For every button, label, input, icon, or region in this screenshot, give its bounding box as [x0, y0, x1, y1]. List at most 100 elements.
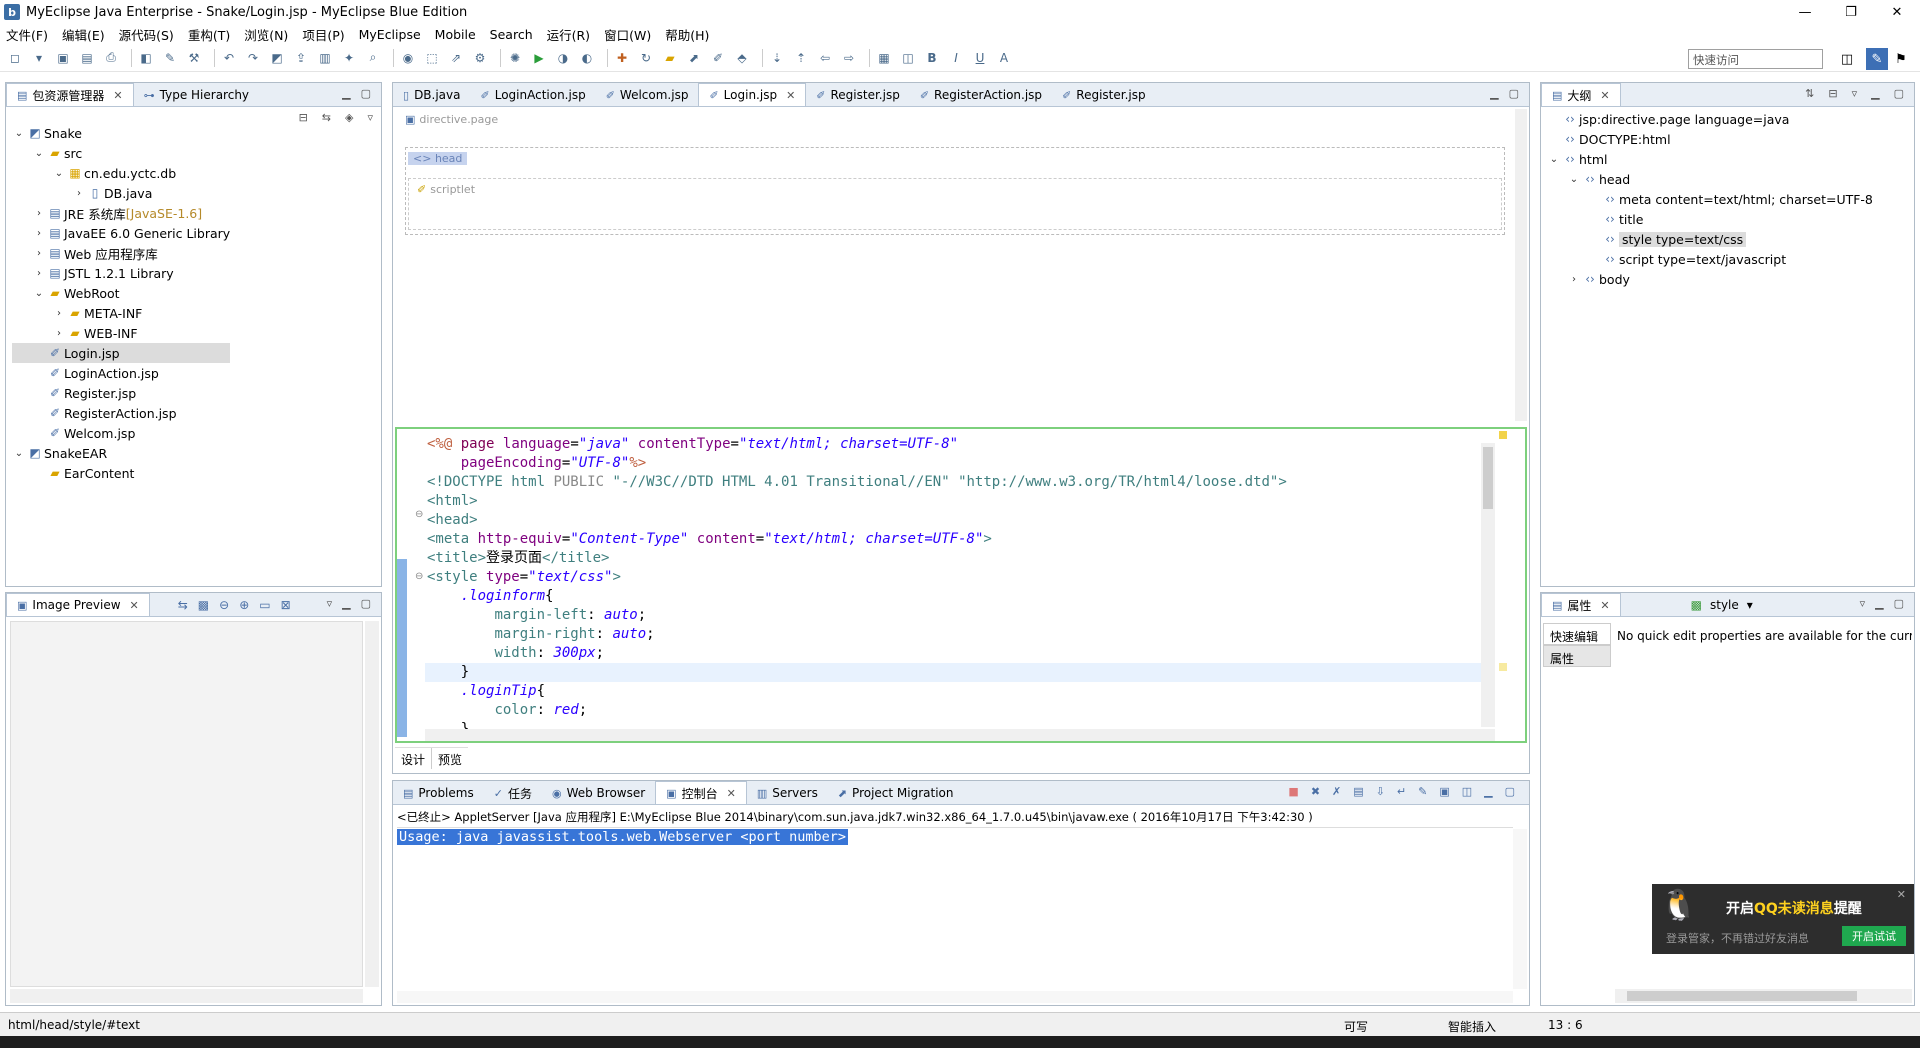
outline-item[interactable]: ‹› style type=text/css [1547, 229, 1873, 249]
chevron-down-icon[interactable]: ⌄ [1547, 154, 1561, 165]
chevron-right-icon[interactable]: › [52, 308, 66, 319]
outline-item[interactable]: ‹› script type=text/javascript [1547, 249, 1873, 269]
remove-all-icon[interactable]: ✗ [1332, 785, 1341, 798]
console-horizontal-scrollbar[interactable] [397, 991, 1513, 1003]
tree-item[interactable]: ✐ RegisterAction.jsp [12, 403, 230, 423]
word-wrap-icon[interactable]: ↵ [1397, 785, 1406, 798]
qq-notification[interactable]: 🐧 开启QQ未读消息提醒 ✕ 登录管家，不再错过好友消息 开启试试 [1652, 884, 1914, 954]
chevron-down-icon[interactable]: ⌄ [12, 128, 26, 139]
outline-item[interactable]: ‹› DOCTYPE:html [1547, 129, 1873, 149]
tree-item[interactable]: › ▰ META-INF [12, 303, 230, 323]
open-type-icon[interactable]: ◧ [137, 49, 155, 67]
tab-package-explorer[interactable]: ▤ 包资源管理器 ✕ [6, 83, 134, 106]
view-menu-icon[interactable]: ▿ [367, 111, 373, 124]
overview-marker[interactable] [1499, 663, 1507, 671]
tree-item[interactable]: ⌄ ▰ src [12, 143, 230, 163]
console-tab[interactable]: ✓ 任务 [484, 782, 542, 804]
overview-marker[interactable] [1499, 431, 1507, 439]
myeclipse-perspective-icon[interactable]: ✎ [1866, 48, 1888, 70]
close-icon[interactable]: ✕ [786, 89, 795, 102]
menu-myeclipse[interactable]: MyEclipse [359, 27, 421, 42]
external-tools-icon[interactable]: ◐ [578, 49, 596, 67]
head-tag[interactable]: <> head [408, 152, 468, 165]
editor-tab[interactable]: ✐ Register.jsp [806, 84, 910, 106]
tree-item[interactable]: ▰ EarContent [12, 463, 230, 483]
display-console-icon[interactable]: ▣ [1439, 785, 1449, 798]
console-tab[interactable]: ◉ Web Browser [542, 782, 655, 804]
editor-tab[interactable]: ✐ RegisterAction.jsp [910, 84, 1052, 106]
chevron-down-icon[interactable]: ⌄ [32, 148, 46, 159]
maximize-icon[interactable]: ▢ [1894, 87, 1904, 100]
scroll-lock-icon[interactable]: ⇩ [1376, 785, 1385, 798]
close-icon[interactable]: ✕ [130, 599, 139, 612]
deploy-icon[interactable]: ⇪ [292, 49, 310, 67]
export-icon[interactable]: ⇗ [447, 49, 465, 67]
source-horizontal-scrollbar[interactable] [425, 729, 1495, 741]
maximize-icon[interactable]: ▢ [361, 87, 371, 100]
new-dropdown-icon[interactable]: ▾ [30, 49, 48, 67]
mark-occurrences-icon[interactable]: ✎ [161, 49, 179, 67]
tree-item[interactable]: › ▤ Web 应用程序库 [12, 243, 230, 263]
new-class-icon[interactable]: ✚ [613, 49, 631, 67]
source-vertical-scrollbar[interactable] [1481, 443, 1495, 727]
maximize-icon[interactable]: ▢ [1509, 87, 1519, 100]
editor-tab[interactable]: ▯ DB.java [393, 84, 471, 106]
tree-item[interactable]: › ▰ WEB-INF [12, 323, 230, 343]
close-icon[interactable]: ✕ [1600, 89, 1609, 102]
settings-icon[interactable]: ⚙ [471, 49, 489, 67]
outline-item[interactable]: ⌄ ‹› head [1547, 169, 1873, 189]
view-menu-icon[interactable]: ▿ [327, 597, 333, 610]
chevron-down-icon[interactable]: ⌄ [12, 448, 26, 459]
remove-launch-icon[interactable]: ✖ [1311, 785, 1320, 798]
outline-item[interactable]: ‹› meta content=text/html; charset=UTF-8 [1547, 189, 1873, 209]
chevron-down-icon[interactable]: ⌄ [32, 288, 46, 299]
design-scrollbar[interactable] [1515, 109, 1527, 421]
tree-item[interactable]: ✐ Welcom.jsp [12, 423, 230, 443]
chevron-right-icon[interactable]: › [1567, 274, 1581, 285]
properties-horizontal-scrollbar[interactable] [1615, 989, 1912, 1003]
outline-item[interactable]: ⌄ ‹› html [1547, 149, 1873, 169]
horizontal-scrollbar[interactable] [10, 989, 363, 1003]
minimize-icon[interactable]: ▁ [1490, 87, 1498, 100]
chevron-right-icon[interactable]: › [32, 208, 46, 219]
console-output[interactable]: Usage: java javassist.tools.web.Webserve… [397, 829, 849, 845]
search-icon[interactable]: ⌕ [364, 49, 382, 67]
web-icon[interactable]: ◉ [399, 49, 417, 67]
collapse-all-icon[interactable]: ⊟ [299, 111, 308, 124]
terminate-icon[interactable]: ■ [1288, 785, 1298, 798]
view-menu-icon[interactable]: ▿ [1860, 597, 1866, 610]
close-button[interactable]: ✕ [1874, 0, 1920, 24]
style-selector[interactable]: style [1710, 598, 1739, 612]
server-icon[interactable]: ▥ [316, 49, 334, 67]
clear-console-icon[interactable]: ▤ [1353, 785, 1363, 798]
quick-access-input[interactable]: 快速访问 [1688, 49, 1823, 69]
zoom-out-icon[interactable]: ⊖ [219, 598, 229, 612]
scrollbar-thumb[interactable] [1483, 447, 1493, 509]
outline-item[interactable]: ‹› title [1547, 209, 1873, 229]
menu-help[interactable]: 帮助(H) [665, 25, 709, 44]
editor-tab[interactable]: ✐ LoginAction.jsp [471, 84, 596, 106]
console-tab[interactable]: ▥ Servers [747, 782, 828, 804]
debug-icon[interactable]: ✺ [506, 49, 524, 67]
design-view[interactable]: ▣ directive.page <> head ✐ scriptlet [395, 109, 1515, 421]
close-icon[interactable]: ✕ [113, 89, 122, 102]
print-icon[interactable]: ⎙ [102, 49, 120, 67]
prev-annotation-icon[interactable]: ⇡ [792, 49, 810, 67]
console-vertical-scrollbar[interactable] [1513, 829, 1527, 989]
tree-item[interactable]: › ▤ JSTL 1.2.1 Library [12, 263, 230, 283]
minimize-icon[interactable]: ▁ [342, 87, 350, 100]
minimize-button[interactable]: — [1782, 0, 1828, 24]
editor-tab[interactable]: ✐ Login.jsp ✕ [698, 83, 807, 106]
chevron-right-icon[interactable]: › [52, 328, 66, 339]
underline-icon[interactable]: U [971, 49, 989, 67]
sort-icon[interactable]: ⇅ [1805, 87, 1814, 100]
tree-item[interactable]: › ▤ JRE 系统库 [JavaSE-1.6] [12, 203, 230, 223]
forward-icon[interactable]: ⇨ [840, 49, 858, 67]
close-icon[interactable]: ✕ [1897, 888, 1906, 901]
tree-item[interactable]: › ▤ JavaEE 6.0 Generic Library [12, 223, 230, 243]
wizard-icon[interactable]: ✦ [340, 49, 358, 67]
console-tab[interactable]: ⬈ Project Migration [828, 782, 964, 804]
outline-item[interactable]: › ‹› body [1547, 269, 1873, 289]
sync-icon[interactable]: ⇆ [178, 598, 188, 612]
open-task-icon[interactable]: ⬈ [685, 49, 703, 67]
